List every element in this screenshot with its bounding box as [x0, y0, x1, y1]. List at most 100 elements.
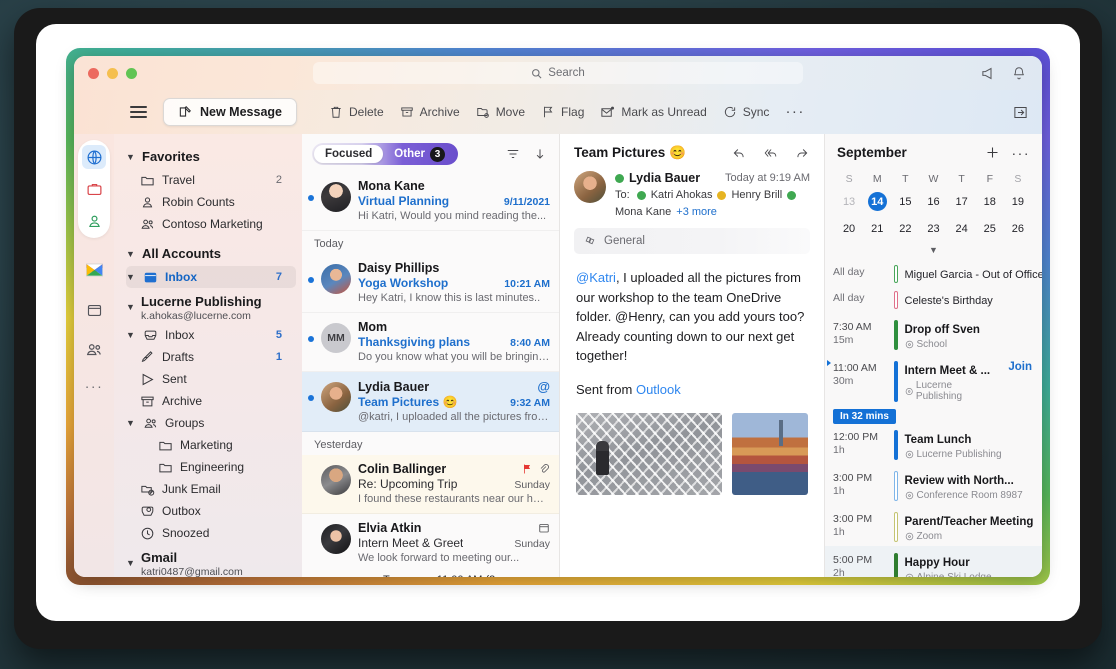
list-item[interactable]: Colin Ballinger Re: Upcoming Trip Sunday…: [302, 455, 559, 514]
sidebar-item-outbox[interactable]: Outbox: [140, 500, 296, 522]
sidebar-item-engineering[interactable]: Engineering: [158, 456, 296, 478]
more-icon[interactable]: ···: [1012, 146, 1031, 160]
agenda-event[interactable]: 5:00 PM2h Happy Hour Alpine Ski Lodge: [825, 546, 1042, 577]
calendar-day[interactable]: 23: [919, 215, 947, 242]
sidebar-item-groups[interactable]: ▼ Groups: [126, 412, 296, 434]
notifications-bell-icon[interactable]: [1012, 66, 1026, 80]
list-item[interactable]: MM Mom Thanksgiving plans 8:40 AM Do you…: [302, 313, 559, 372]
plus-icon[interactable]: [985, 145, 1000, 160]
account-header-gmail[interactable]: ▼ Gmail katri0487@gmail.com: [118, 544, 296, 577]
chevron-down-icon[interactable]: ▼: [126, 418, 136, 428]
architecture-lattice-photo[interactable]: [576, 413, 723, 495]
sidebar-item-contoso-marketing[interactable]: Contoso Marketing: [140, 213, 296, 235]
sidebar-item-snoozed-lucerne[interactable]: Snoozed: [140, 522, 296, 544]
agenda-event[interactable]: 3:00 PM 1h Review with North... Conferenc…: [825, 464, 1042, 505]
event-location: Lucerne Publishing: [916, 449, 1002, 460]
toggle-reading-pane-button[interactable]: [1013, 105, 1028, 120]
move-button[interactable]: Move: [474, 102, 527, 122]
agenda-event[interactable]: All day Celeste's Birthday: [825, 287, 1042, 313]
outlook-link[interactable]: Outlook: [636, 382, 681, 397]
calendar-day[interactable]: 22: [891, 215, 919, 242]
calendar-day[interactable]: 17: [948, 188, 976, 215]
favorites-header[interactable]: ▼ Favorites: [118, 144, 296, 169]
sidebar-item-all-inbox[interactable]: ▼ Inbox 7: [126, 266, 296, 288]
recipient-name[interactable]: Mona Kane: [615, 206, 671, 218]
calendar-day[interactable]: 20: [835, 215, 863, 242]
agenda-event-current[interactable]: 11:00 AM 30m Intern Meet & ... Lucerne Pu…: [825, 354, 1042, 406]
agenda-event[interactable]: All day Miguel Garcia - Out of Office: [825, 261, 1042, 287]
sort-descending-icon[interactable]: [533, 147, 547, 161]
forward-icon[interactable]: [794, 146, 810, 160]
sidebar-item-junk-email[interactable]: Junk Email: [140, 478, 296, 500]
sidebar-item-archive[interactable]: Archive: [140, 390, 296, 412]
chevron-down-icon[interactable]: ▼: [126, 558, 136, 568]
sidebar-item-robin-counts[interactable]: Robin Counts: [140, 191, 296, 213]
menu-toggle-button[interactable]: [126, 102, 151, 121]
chevron-down-icon[interactable]: ▼: [126, 302, 136, 312]
agenda-event[interactable]: 3:00 PM 1h Parent/Teacher Meeting Zoom: [825, 505, 1042, 546]
sidebar-item-lucerne-inbox[interactable]: ▼ Inbox 5: [126, 324, 296, 346]
list-item[interactable]: Mona Kane Virtual Planning 9/11/2021 Hi …: [302, 172, 559, 231]
agenda-list[interactable]: All day Miguel Garcia - Out of Office Al…: [825, 261, 1042, 577]
new-message-button[interactable]: New Message: [163, 98, 297, 126]
gmail-icon[interactable]: [82, 258, 106, 282]
tab-focused[interactable]: Focused: [314, 145, 384, 163]
rail-more-icon[interactable]: ···: [85, 378, 104, 394]
recipient-name[interactable]: Katri Ahokas: [651, 189, 713, 201]
inbox-icon[interactable]: [82, 298, 106, 322]
globe-icon[interactable]: [82, 145, 106, 169]
briefcase-icon[interactable]: [82, 177, 106, 201]
focused-other-toggle[interactable]: Focused Other 3: [312, 143, 458, 165]
calendar-day-today[interactable]: 14: [863, 188, 891, 215]
recipient-name[interactable]: Henry Brill: [731, 189, 782, 201]
mark-unread-button[interactable]: Mark as Unread: [598, 102, 708, 123]
sync-button[interactable]: Sync: [721, 102, 772, 122]
filter-icon[interactable]: [506, 147, 520, 161]
flag-button[interactable]: Flag: [539, 102, 586, 122]
list-item[interactable]: Lydia Bauer @ Team Pictures 😊 9:32 AM @k…: [302, 372, 559, 432]
person-icon[interactable]: [82, 209, 106, 233]
send-feedback-icon[interactable]: [981, 66, 996, 81]
calendar-day[interactable]: 16: [919, 188, 947, 215]
sidebar-item-sent[interactable]: Sent: [140, 368, 296, 390]
close-button[interactable]: [88, 67, 99, 79]
list-item[interactable]: Daisy Phillips Yoga Workshop 10:21 AM He…: [302, 254, 559, 313]
account-header-lucerne[interactable]: ▼ Lucerne Publishing k.ahokas@lucerne.co…: [118, 288, 296, 324]
archive-button[interactable]: Archive: [398, 102, 462, 122]
agenda-event[interactable]: 7:30 AM 15m Drop off Sven School: [825, 313, 1042, 354]
calendar-day[interactable]: 13: [835, 188, 863, 215]
window-controls[interactable]: [88, 67, 137, 79]
sidebar-item-marketing[interactable]: Marketing: [158, 434, 296, 456]
sidebar-item-label: Snoozed: [162, 526, 210, 540]
minimize-button[interactable]: [107, 67, 118, 79]
tab-other[interactable]: Other 3: [383, 145, 456, 163]
mention-link[interactable]: @Katri: [576, 270, 616, 285]
chevron-down-icon[interactable]: ▼: [126, 272, 136, 282]
list-item[interactable]: Elvia Atkin Intern Meet & Greet Sunday W…: [302, 514, 559, 577]
delete-button[interactable]: Delete: [327, 102, 386, 122]
chevron-down-icon[interactable]: ▼: [126, 330, 136, 340]
more-recipients-link[interactable]: +3 more: [676, 206, 717, 218]
people-icon[interactable]: [82, 338, 106, 362]
calendar-day[interactable]: 19: [1004, 188, 1032, 215]
calendar-day[interactable]: 24: [948, 215, 976, 242]
calendar-expand-button[interactable]: ▼: [835, 242, 1032, 261]
calendar-day[interactable]: 18: [976, 188, 1004, 215]
avatar: [321, 524, 351, 554]
toolbar-overflow-button[interactable]: ···: [783, 104, 807, 120]
search-input[interactable]: Search: [313, 62, 803, 84]
calendar-day[interactable]: 21: [863, 215, 891, 242]
sidebar-item-travel[interactable]: Travel 2: [140, 169, 296, 191]
calendar-day[interactable]: 25: [976, 215, 1004, 242]
join-meeting-button[interactable]: Join: [1002, 361, 1032, 373]
all-accounts-header[interactable]: ▼ All Accounts: [118, 241, 296, 266]
agenda-event[interactable]: 12:00 PM 1h Team Lunch Lucerne Publishing: [825, 426, 1042, 464]
reply-all-icon[interactable]: [762, 146, 779, 160]
calendar-day[interactable]: 26: [1004, 215, 1032, 242]
reply-icon[interactable]: [731, 146, 747, 160]
sidebar-item-drafts[interactable]: Drafts 1: [140, 346, 296, 368]
harbor-town-photo[interactable]: [732, 413, 808, 495]
calendar-day[interactable]: 15: [891, 188, 919, 215]
message-list[interactable]: Mona Kane Virtual Planning 9/11/2021 Hi …: [302, 172, 559, 577]
maximize-button[interactable]: [126, 67, 137, 79]
